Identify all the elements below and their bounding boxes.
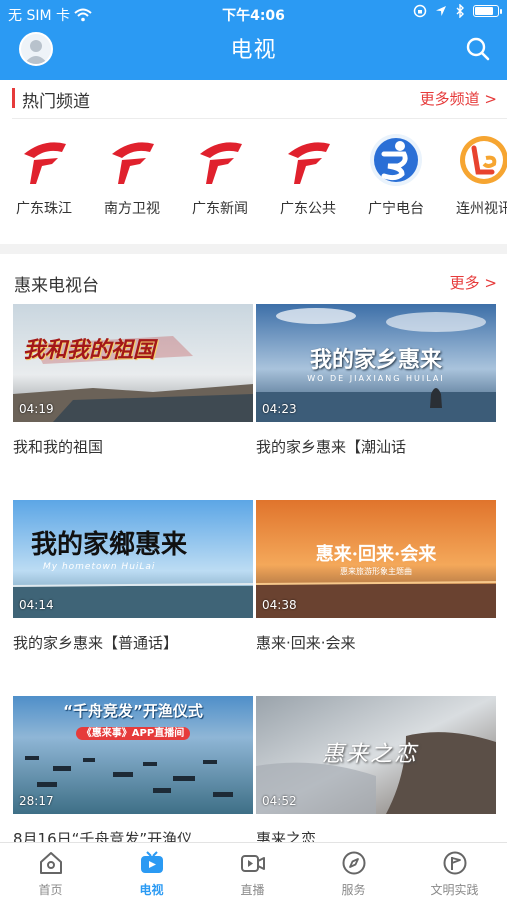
video-title: 我和我的祖国 <box>13 438 104 456</box>
channel-name: 南方卫视 <box>104 201 160 217</box>
video-duration: 28:17 <box>19 794 54 808</box>
home-icon <box>40 852 62 874</box>
video-duration: 04:38 <box>262 598 297 612</box>
section-gap <box>0 244 507 254</box>
tv-page: 无 SIM 卡 下午4:06 电视 热门频道 更多频道 > 广东珠江 南方卫视 … <box>0 0 507 900</box>
video-title: 我的家乡惠来【潮汕话 <box>256 438 407 456</box>
thumbnail-overlay-badge: 《惠来事》APP直播间 <box>75 727 191 740</box>
gdtv-logo-icon <box>24 142 66 184</box>
channel-item[interactable]: 连州视讯 <box>440 128 507 228</box>
thumbnail-overlay-title: 我和我的祖国 <box>23 337 156 363</box>
more-channels-link[interactable]: 更多频道 > <box>420 88 497 109</box>
channel-name: 广东珠江 <box>16 201 72 217</box>
channel-item[interactable]: 广宁电台 <box>352 128 440 228</box>
thumbnail-overlay-title: 惠来之恋 <box>322 742 419 767</box>
guangning-logo-icon <box>370 134 422 186</box>
battery-icon <box>473 5 502 17</box>
channel-item[interactable]: 南方卫视 <box>88 128 176 228</box>
search-icon[interactable] <box>465 36 491 62</box>
hot-channels-title: 热门频道 <box>22 92 90 112</box>
tab-label: 服务 <box>341 883 366 897</box>
tab-label: 首页 <box>38 883 63 897</box>
tab-label: 文明实践 <box>430 883 479 897</box>
hot-channels-header: 热门频道 更多频道 > <box>0 78 507 118</box>
tab-tv[interactable]: 电视 <box>101 843 202 900</box>
tab-home[interactable]: 首页 <box>0 843 101 900</box>
tab-label: 直播 <box>240 883 265 897</box>
bottom-tab-bar: 首页 电视 直播 服务 文明实践 <box>0 842 507 900</box>
nav-bar: 电视 <box>0 28 507 76</box>
video-duration: 04:52 <box>262 794 297 808</box>
gdtv-logo-icon <box>200 142 242 184</box>
video-thumbnail[interactable]: “千舟竞发”开渔仪式 《惠来事》APP直播间 28:17 <box>13 696 253 814</box>
orientation-lock-icon <box>413 4 427 18</box>
channel-item[interactable]: 广东新闻 <box>176 128 264 228</box>
live-camera-icon <box>241 855 265 872</box>
channel-item[interactable]: 广东珠江 <box>0 128 88 228</box>
video-thumbnail[interactable]: 惠来之恋 04:52 <box>256 696 496 814</box>
thumbnail-overlay-subtitle: 《惠来事》APP直播间 <box>13 724 253 740</box>
video-title: 我的家乡惠来【普通话】 <box>13 634 179 652</box>
thumbnail-overlay-title: 惠来·回来·会来 <box>315 544 437 565</box>
video-duration: 04:19 <box>19 402 54 416</box>
thumbnail-overlay-title: 我的家乡惠来 <box>309 347 442 373</box>
thumbnail-overlay-subtitle: My hometown HuiLai <box>43 562 156 572</box>
tab-service[interactable]: 服务 <box>303 843 404 900</box>
tab-label: 电视 <box>139 883 164 897</box>
thumbnail-overlay-title: 我的家鄉惠来 <box>31 530 188 560</box>
thumbnail-overlay-subtitle: 惠来旅游形象主题曲 <box>340 567 412 576</box>
channel-name: 连州视讯 <box>456 201 507 217</box>
bluetooth-icon <box>456 4 464 18</box>
video-thumbnail[interactable]: 我的家乡惠来 WO DE JIAXIANG HUILAI 04:23 <box>256 304 496 422</box>
flag-icon <box>443 851 467 875</box>
huilai-tv-title: 惠来电视台 <box>14 276 99 296</box>
channel-name: 广宁电台 <box>368 201 424 217</box>
status-right <box>413 4 502 18</box>
compass-icon <box>342 851 366 875</box>
section-accent-bar <box>12 88 15 108</box>
app-header: 无 SIM 卡 下午4:06 电视 <box>0 0 507 80</box>
thumbnail-overlay-subtitle: WO DE JIAXIANG HUILAI <box>307 374 445 383</box>
gdtv-logo-icon <box>112 142 154 184</box>
video-duration: 04:23 <box>262 402 297 416</box>
video-thumbnail[interactable]: 我和我的祖国 04:19 <box>13 304 253 422</box>
channel-item[interactable]: 广东公共 <box>264 128 352 228</box>
gdtv-logo-icon <box>288 142 330 184</box>
tv-icon <box>141 851 163 873</box>
more-videos-link[interactable]: 更多 > <box>450 272 497 293</box>
tab-live[interactable]: 直播 <box>202 843 303 900</box>
thumbnail-overlay-title: “千舟竞发”开渔仪式 <box>63 702 203 720</box>
video-thumbnail[interactable]: 我的家鄉惠来 My hometown HuiLai 04:14 <box>13 500 253 618</box>
location-icon <box>436 6 446 16</box>
section-divider <box>12 118 507 119</box>
video-title: 惠来·回来·会来 <box>256 634 356 652</box>
channel-name: 广东公共 <box>280 201 336 217</box>
huilai-tv-header: 惠来电视台 更多 > <box>0 262 507 302</box>
hot-channel-list: 广东珠江 南方卫视 广东新闻 广东公共 广宁电台 连州视讯 <box>0 128 507 228</box>
tab-civilization-practice[interactable]: 文明实践 <box>404 843 505 900</box>
video-duration: 04:14 <box>19 598 54 612</box>
status-bar: 无 SIM 卡 下午4:06 <box>0 0 507 26</box>
page-title: 电视 <box>230 38 277 63</box>
lianzhou-logo-icon <box>460 136 507 184</box>
channel-name: 广东新闻 <box>192 201 248 217</box>
video-thumbnail[interactable]: 惠来·回来·会来 惠来旅游形象主题曲 04:38 <box>256 500 496 618</box>
